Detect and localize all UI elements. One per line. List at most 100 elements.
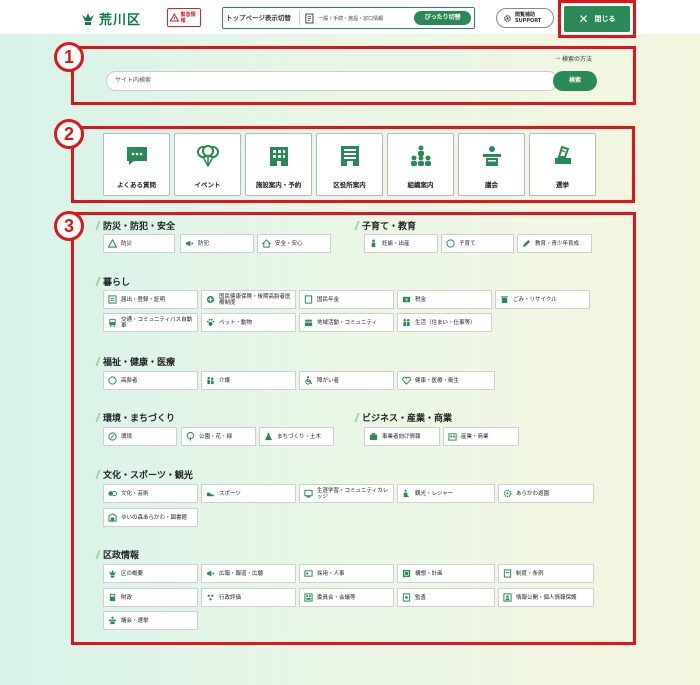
search-method-link[interactable]: → 検索の方法 — [555, 54, 592, 63]
quick-link-organization[interactable]: 組織案内 — [387, 133, 454, 196]
factory-icon — [448, 433, 457, 441]
category-item[interactable]: 妊娠・出産 — [364, 234, 438, 253]
category-item[interactable]: ¥ 税金 — [397, 290, 492, 309]
search-button[interactable]: 検索 — [553, 71, 597, 91]
category-item[interactable]: ごみ・リサイクル — [495, 290, 590, 309]
category-item[interactable]: 事業者向け情報 — [364, 427, 440, 446]
category-item[interactable]: 地域活動・コミュニティ — [299, 313, 394, 332]
item-label: 国民健康保険・後期高齢者医療制度 — [219, 293, 291, 306]
item-label: 健康・医療・衛生 — [415, 377, 460, 384]
item-label: 監査 — [415, 594, 427, 601]
item-label: 財政 — [121, 594, 133, 601]
category-item[interactable]: 生活（住まい・仕事等） — [397, 313, 492, 332]
megaphone-icon — [206, 570, 215, 577]
podium-icon — [483, 146, 501, 166]
switch-button[interactable]: ぴったり切替 — [414, 11, 471, 25]
category-item[interactable]: あらかわ遊園 — [498, 484, 594, 503]
quick-link-label: よくある質問 — [117, 181, 156, 189]
library-icon — [108, 513, 117, 522]
tax-icon: ¥ — [402, 296, 411, 303]
arakawa-emblem-icon — [108, 569, 117, 578]
balloons-icon — [197, 145, 219, 168]
item-label: あらかわ遊園 — [516, 490, 550, 497]
category-item[interactable]: 監査 — [397, 588, 495, 607]
close-button[interactable]: ✕ 閉じる — [564, 6, 630, 32]
top-switch-label: トップページ表示切替 — [226, 11, 301, 25]
category-item[interactable]: 公園・花・緑 — [181, 427, 256, 446]
category-item[interactable]: 高齢者 — [103, 371, 198, 390]
logo-text: 荒川区 — [99, 13, 142, 28]
marker-3: 3 — [54, 211, 84, 241]
category-item[interactable]: 観光・レジャー — [397, 484, 495, 503]
quick-link-facilities[interactable]: 施設案内・予約 — [245, 133, 312, 196]
community-icon — [304, 319, 313, 327]
category-item[interactable]: 採用・人事 — [299, 564, 394, 583]
org-chart-icon — [411, 145, 431, 166]
quick-link-faq[interactable]: よくある質問 — [103, 133, 170, 196]
item-label: 地域活動・コミュニティ — [317, 319, 378, 326]
quick-link-assembly[interactable]: 議会 — [458, 133, 525, 196]
support-text: 閲覧補助 SUPPORT — [515, 12, 541, 24]
care-icon — [207, 376, 214, 385]
category-item[interactable]: 届出・登録・証明 — [103, 290, 198, 309]
briefcase-icon — [369, 432, 378, 441]
item-label: ゆいの森あらかわ・図書館 — [121, 514, 188, 521]
category-item[interactable]: 安全・安心 — [257, 234, 331, 253]
id-card-icon — [304, 570, 313, 577]
category-item[interactable]: 構想・計画 — [397, 564, 495, 583]
category-title-bousai: 防災・防犯・安全 — [97, 219, 175, 232]
item-label: 教育・青少年育成 — [535, 240, 580, 247]
category-item[interactable]: 委員会・会議等 — [299, 588, 394, 607]
quick-link-label: 組織案内 — [407, 181, 434, 189]
top-page-display-switch: トップページ表示切替 一般 / 手続・施設・窓口情報 ぴったり切替 — [222, 7, 475, 29]
audit-icon — [402, 593, 411, 602]
category-item[interactable]: 区の概要 — [103, 564, 198, 583]
category-item[interactable]: 文化・芸術 — [103, 484, 198, 503]
item-label: 安全・安心 — [275, 240, 303, 247]
category-item[interactable]: 防災 — [103, 234, 175, 253]
item-label: 防犯 — [198, 240, 210, 247]
category-item[interactable]: 障がい者 — [299, 371, 394, 390]
quick-link-event[interactable]: イベント — [174, 133, 241, 196]
gear-icon — [504, 14, 511, 22]
quick-link-label: イベント — [194, 181, 221, 189]
category-item[interactable]: 介護 — [201, 371, 296, 390]
quick-link-election[interactable]: 選挙 — [529, 133, 596, 196]
category-item[interactable]: ゆいの森あらかわ・図書館 — [103, 508, 198, 527]
category-item[interactable]: 生涯学習・コミュニティカレッジ — [299, 484, 394, 503]
category-item[interactable]: まちづくり・土木 — [259, 427, 334, 446]
category-item[interactable]: 教育・青少年育成 — [517, 234, 592, 253]
category-item[interactable]: 制度・条例 — [498, 564, 594, 583]
category-item[interactable]: 財政 — [103, 588, 198, 607]
category-item[interactable]: 国民健康保険・後期高齢者医療制度 — [201, 290, 296, 309]
category-item[interactable]: 交通・コミュニティバス自動車 — [103, 313, 198, 332]
quick-link-city-hall[interactable]: 区役所案内 — [316, 133, 383, 196]
item-label: 委員会・会議等 — [317, 594, 356, 601]
search-method-label: 検索の方法 — [562, 56, 593, 63]
category-item[interactable]: 行政評価 — [201, 588, 296, 607]
quick-link-label: 議会 — [485, 181, 498, 189]
site-search-input[interactable]: サイト内検索 — [106, 71, 558, 91]
emergency-info-button[interactable]: 緊急情報 — [167, 8, 201, 27]
category-item[interactable]: 産業・商業 — [443, 427, 519, 446]
rules-book-icon — [503, 569, 512, 578]
support-button[interactable]: 閲覧補助 SUPPORT — [496, 8, 554, 28]
site-logo[interactable]: 荒川区 — [80, 9, 141, 28]
category-item[interactable]: 健康・医療・衛生 — [397, 371, 495, 390]
category-item[interactable]: 議会・選挙 — [103, 611, 198, 630]
item-label: 採用・人事 — [317, 570, 345, 577]
category-item[interactable]: 情報公開・個人情報保護 — [498, 588, 594, 607]
item-label: 届出・登録・証明 — [121, 296, 166, 303]
committee-icon — [304, 593, 313, 602]
category-item[interactable]: 防犯 — [180, 234, 254, 253]
item-label: 広報・報道・広聴 — [219, 570, 264, 577]
category-item[interactable]: 環境 — [103, 427, 177, 446]
trash-icon — [500, 296, 509, 304]
item-label: 文化・芸術 — [121, 490, 149, 497]
category-item[interactable]: ペット・動物 — [201, 313, 296, 332]
category-item[interactable]: 子育て — [441, 234, 514, 253]
category-item[interactable]: スポーツ — [201, 484, 296, 503]
category-item[interactable]: 国民年金 — [299, 290, 394, 309]
category-item[interactable]: 広報・報道・広聴 — [201, 564, 296, 583]
quick-link-label: 選挙 — [556, 181, 569, 189]
